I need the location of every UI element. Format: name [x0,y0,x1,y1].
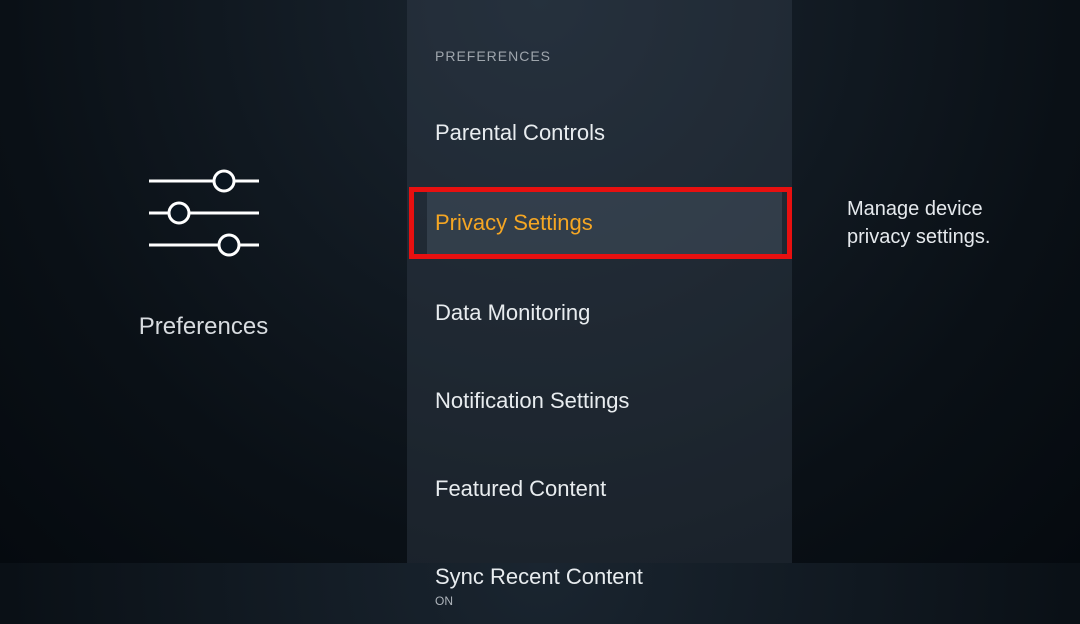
menu-item-label: Data Monitoring [435,300,779,326]
menu-item-label: Featured Content [435,476,779,502]
menu-item-data-monitoring[interactable]: Data Monitoring [432,284,782,342]
menu-item-sync-recent-content[interactable]: Sync Recent Content ON [432,548,782,624]
description-text: Manage device privacy settings. [847,195,1040,251]
menu-item-sublabel: ON [435,594,779,608]
section-header: PREFERENCES [435,48,782,64]
left-panel: Preferences [0,0,407,563]
menu-item-notification-settings[interactable]: Notification Settings [432,372,782,430]
menu-item-label: Parental Controls [435,120,779,146]
menu-panel: PREFERENCES Parental Controls Privacy Se… [407,0,792,563]
menu-item-featured-content[interactable]: Featured Content [432,460,782,518]
menu-item-privacy-settings[interactable]: Privacy Settings [427,192,782,254]
menu-item-label: Sync Recent Content [435,564,779,590]
menu-item-label: Notification Settings [435,388,779,414]
menu-item-parental-controls[interactable]: Parental Controls [432,104,782,162]
category-label: Preferences [139,313,268,341]
description-panel: Manage device privacy settings. [792,0,1080,563]
preferences-sliders-icon [139,163,269,268]
menu-item-label: Privacy Settings [435,210,774,236]
